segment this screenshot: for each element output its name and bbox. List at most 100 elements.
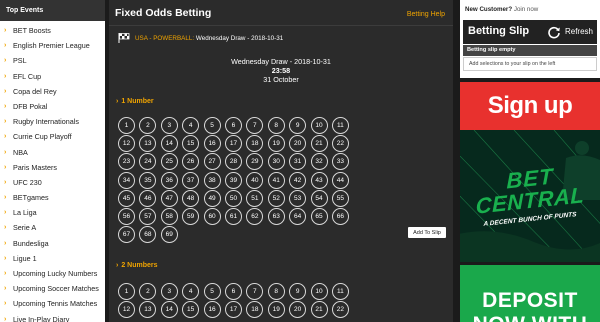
- number-ball[interactable]: 8: [267, 283, 285, 300]
- number-ball[interactable]: 21: [310, 135, 328, 153]
- number-ball[interactable]: 19: [267, 135, 285, 153]
- number-ball[interactable]: 25: [160, 153, 178, 171]
- number-ball[interactable]: 1: [118, 117, 135, 134]
- number-ball[interactable]: 44: [331, 171, 349, 189]
- number-ball[interactable]: 68: [139, 226, 157, 244]
- sidebar-item[interactable]: › Upcoming Tennis Matches: [4, 296, 105, 311]
- number-ball[interactable]: 35: [139, 171, 157, 189]
- number-ball[interactable]: 12: [118, 301, 135, 319]
- number-ball[interactable]: 6: [224, 117, 242, 134]
- number-ball[interactable]: 58: [160, 207, 178, 225]
- sidebar-item[interactable]: › EFL Cup: [4, 69, 105, 84]
- number-ball[interactable]: 4: [182, 283, 200, 300]
- signup-banner[interactable]: Sign up: [460, 82, 600, 130]
- number-ball[interactable]: 9: [289, 117, 307, 134]
- number-ball[interactable]: 1: [118, 283, 135, 300]
- number-ball[interactable]: 48: [182, 189, 200, 207]
- number-ball[interactable]: 67: [118, 226, 135, 244]
- number-ball[interactable]: 56: [118, 207, 135, 225]
- number-ball[interactable]: 13: [139, 301, 157, 319]
- number-ball[interactable]: 59: [182, 207, 200, 225]
- sidebar-item[interactable]: › Copa del Rey: [4, 84, 105, 99]
- number-ball[interactable]: 45: [118, 189, 135, 207]
- number-ball[interactable]: 51: [246, 189, 264, 207]
- number-ball[interactable]: 23: [118, 153, 135, 171]
- number-ball[interactable]: 5: [203, 117, 221, 134]
- number-ball[interactable]: 16: [203, 301, 221, 319]
- number-ball[interactable]: 63: [267, 207, 285, 225]
- number-ball[interactable]: 4: [182, 117, 200, 134]
- number-ball[interactable]: 14: [160, 135, 178, 153]
- number-ball[interactable]: 38: [203, 171, 221, 189]
- number-ball[interactable]: 9: [289, 283, 307, 300]
- number-ball[interactable]: 42: [289, 171, 307, 189]
- number-ball[interactable]: 65: [310, 207, 328, 225]
- number-ball[interactable]: 43: [310, 171, 328, 189]
- sidebar-item[interactable]: › BET Boosts: [4, 23, 105, 38]
- betting-help-link[interactable]: Betting Help: [407, 11, 445, 18]
- number-ball[interactable]: 41: [267, 171, 285, 189]
- sidebar-item[interactable]: › BETgames: [4, 190, 105, 205]
- number-ball[interactable]: 19: [267, 301, 285, 319]
- number-ball[interactable]: 29: [246, 153, 264, 171]
- number-ball[interactable]: 8: [267, 117, 285, 134]
- sidebar-item[interactable]: › Rugby Internationals: [4, 114, 105, 129]
- sidebar-item[interactable]: › Upcoming Lucky Numbers: [4, 266, 105, 281]
- number-ball[interactable]: 34: [118, 171, 135, 189]
- number-ball[interactable]: 30: [267, 153, 285, 171]
- number-ball[interactable]: 17: [224, 135, 242, 153]
- number-ball[interactable]: 11: [331, 117, 349, 134]
- number-ball[interactable]: 37: [182, 171, 200, 189]
- number-ball[interactable]: 57: [139, 207, 157, 225]
- number-ball[interactable]: 20: [289, 301, 307, 319]
- sidebar-item[interactable]: › Upcoming Soccer Matches: [4, 281, 105, 296]
- number-ball[interactable]: 13: [139, 135, 157, 153]
- number-ball[interactable]: 11: [331, 283, 349, 300]
- number-ball[interactable]: 62: [246, 207, 264, 225]
- number-ball[interactable]: 22: [331, 301, 349, 319]
- number-ball[interactable]: 6: [224, 283, 242, 300]
- sidebar-item[interactable]: › Serie A: [4, 220, 105, 235]
- number-ball[interactable]: 61: [224, 207, 242, 225]
- sidebar-item[interactable]: › Live In-Play Diary: [4, 312, 105, 322]
- number-ball[interactable]: 5: [203, 283, 221, 300]
- number-ball[interactable]: 69: [160, 226, 178, 244]
- number-ball[interactable]: 36: [160, 171, 178, 189]
- number-ball[interactable]: 7: [246, 117, 264, 134]
- sidebar-item[interactable]: › La Liga: [4, 205, 105, 220]
- number-ball[interactable]: 10: [310, 117, 328, 134]
- number-ball[interactable]: 22: [331, 135, 349, 153]
- number-ball[interactable]: 21: [310, 301, 328, 319]
- number-ball[interactable]: 39: [224, 171, 242, 189]
- number-ball[interactable]: 49: [203, 189, 221, 207]
- number-ball[interactable]: 18: [246, 135, 264, 153]
- section-1-number[interactable]: › 1 Number: [116, 98, 154, 105]
- sidebar-item[interactable]: › Paris Masters: [4, 160, 105, 175]
- number-ball[interactable]: 18: [246, 301, 264, 319]
- number-ball[interactable]: 26: [182, 153, 200, 171]
- number-ball[interactable]: 52: [267, 189, 285, 207]
- number-ball[interactable]: 55: [331, 189, 349, 207]
- sidebar-item[interactable]: › English Premier League: [4, 38, 105, 53]
- number-ball[interactable]: 3: [160, 283, 178, 300]
- number-ball[interactable]: 24: [139, 153, 157, 171]
- number-ball[interactable]: 14: [160, 301, 178, 319]
- sidebar-item[interactable]: › NBA: [4, 145, 105, 160]
- number-ball[interactable]: 50: [224, 189, 242, 207]
- number-ball[interactable]: 17: [224, 301, 242, 319]
- refresh-button[interactable]: Refresh: [565, 27, 593, 36]
- number-ball[interactable]: 2: [139, 117, 157, 134]
- number-ball[interactable]: 40: [246, 171, 264, 189]
- number-ball[interactable]: 27: [203, 153, 221, 171]
- number-ball[interactable]: 47: [160, 189, 178, 207]
- sidebar-item[interactable]: › Bundesliga: [4, 236, 105, 251]
- number-ball[interactable]: 16: [203, 135, 221, 153]
- number-ball[interactable]: 7: [246, 283, 264, 300]
- sidebar-item[interactable]: › Ligue 1: [4, 251, 105, 266]
- number-ball[interactable]: 28: [224, 153, 242, 171]
- number-ball[interactable]: 32: [310, 153, 328, 171]
- sidebar-item[interactable]: › PSL: [4, 53, 105, 68]
- add-to-slip-button[interactable]: Add To Slip: [408, 227, 446, 238]
- number-ball[interactable]: 46: [139, 189, 157, 207]
- number-ball[interactable]: 2: [139, 283, 157, 300]
